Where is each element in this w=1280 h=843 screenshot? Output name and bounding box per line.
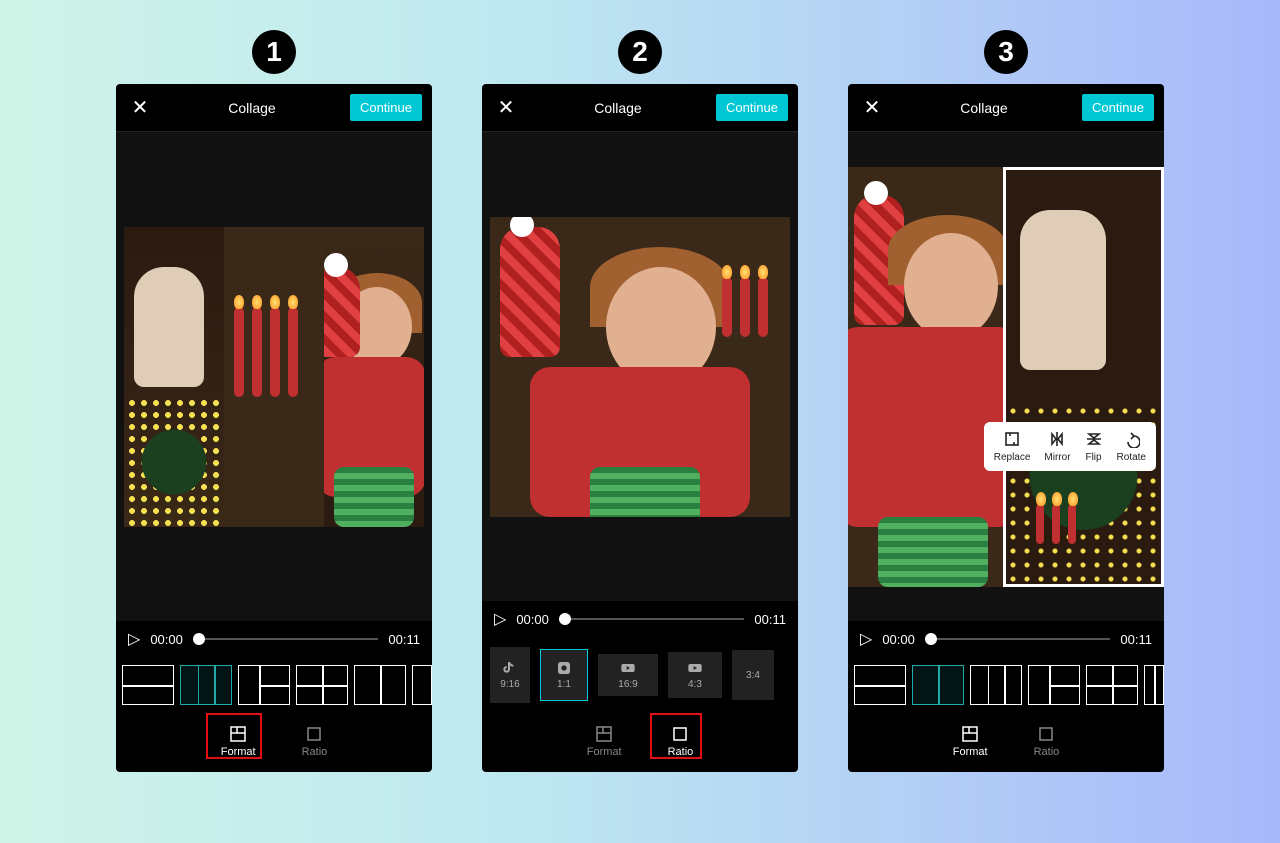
layout-option[interactable] — [412, 665, 432, 705]
instagram-icon — [556, 660, 572, 676]
collage-canvas[interactable] — [116, 132, 432, 621]
layout-option[interactable] — [1086, 665, 1138, 705]
time-total: 00:11 — [388, 632, 420, 647]
close-icon[interactable]: ✕ — [126, 95, 154, 120]
play-icon[interactable]: ▷ — [128, 629, 140, 649]
collage-pane-1[interactable] — [124, 227, 224, 527]
collage-pane[interactable] — [490, 217, 790, 517]
ratio-option-4-3[interactable]: 4:3 — [668, 652, 722, 698]
collage-pane-3[interactable] — [324, 227, 424, 527]
highlight-box — [206, 713, 262, 759]
replace-icon — [1003, 430, 1021, 448]
step-badge: 1 — [252, 30, 296, 74]
ratio-option-1-1[interactable]: 1:1 — [540, 649, 588, 701]
scrub-bar[interactable] — [559, 618, 745, 620]
tab-format[interactable]: Format — [945, 721, 996, 762]
youtube-icon — [620, 660, 636, 676]
layout-option[interactable] — [854, 665, 906, 705]
layout-option[interactable] — [970, 665, 1022, 705]
layout-picker — [116, 657, 432, 713]
bottom-tabs: Format Ratio — [116, 713, 432, 772]
tab-ratio[interactable]: Ratio — [1026, 721, 1068, 762]
scrubber: ▷ 00:00 00:11 — [116, 621, 432, 657]
layout-option[interactable] — [1144, 665, 1164, 705]
scrubber: ▷ 00:00 00:11 — [848, 621, 1164, 657]
topbar: ✕ Collage Continue — [482, 84, 798, 132]
pane-edit-popup: Replace Mirror Flip Rotate — [984, 422, 1156, 471]
layout-option[interactable] — [180, 665, 232, 705]
youtube-icon — [687, 660, 703, 676]
ratio-option-3-4[interactable]: 3:4 — [732, 650, 774, 700]
flip-icon — [1085, 430, 1103, 448]
collage-pane-left[interactable] — [848, 167, 1003, 587]
step-badge: 2 — [618, 30, 662, 74]
layout-option[interactable] — [912, 665, 964, 705]
phone-2: ✕ Collage Continue ▷ 00:00 00:11 9:16 1:… — [482, 84, 798, 772]
ratio-picker: 9:16 1:1 16:9 4:3 3:4 — [482, 637, 798, 713]
layout-option[interactable] — [238, 665, 290, 705]
mirror-button[interactable]: Mirror — [1038, 428, 1076, 465]
format-icon — [595, 725, 613, 743]
close-icon[interactable]: ✕ — [492, 95, 520, 120]
layout-picker — [848, 657, 1164, 713]
tiktok-icon — [502, 660, 518, 676]
layout-option[interactable] — [354, 665, 406, 705]
bottom-tabs: Format Ratio — [848, 713, 1164, 772]
topbar: ✕ Collage Continue — [116, 84, 432, 132]
play-icon[interactable]: ▷ — [494, 609, 506, 629]
step-badge: 3 — [984, 30, 1028, 74]
tab-format[interactable]: Format — [579, 721, 630, 762]
page-title: Collage — [228, 100, 275, 116]
mirror-icon — [1048, 430, 1066, 448]
replace-button[interactable]: Replace — [988, 428, 1037, 465]
close-icon[interactable]: ✕ — [858, 95, 886, 120]
layout-option[interactable] — [1028, 665, 1080, 705]
ratio-icon — [1037, 725, 1055, 743]
time-current: 00:00 — [882, 632, 915, 647]
ratio-icon — [305, 725, 323, 743]
time-total: 00:11 — [1120, 632, 1152, 647]
time-current: 00:00 — [516, 612, 549, 627]
tab-ratio[interactable]: Ratio — [294, 721, 336, 762]
time-total: 00:11 — [754, 612, 786, 627]
scrub-bar[interactable] — [193, 638, 379, 640]
continue-button[interactable]: Continue — [716, 94, 788, 121]
layout-option[interactable] — [296, 665, 348, 705]
rotate-icon — [1122, 430, 1140, 448]
collage-canvas[interactable]: Replace Mirror Flip Rotate — [848, 132, 1164, 621]
page-title: Collage — [960, 100, 1007, 116]
phone-1: ✕ Collage Continue ▷ 00:00 00:11 Format … — [116, 84, 432, 772]
layout-option[interactable] — [122, 665, 174, 705]
topbar: ✕ Collage Continue — [848, 84, 1164, 132]
collage-pane-2[interactable] — [224, 227, 324, 527]
highlight-box — [650, 713, 702, 759]
scrubber: ▷ 00:00 00:11 — [482, 601, 798, 637]
page-title: Collage — [594, 100, 641, 116]
bottom-tabs: Format Ratio — [482, 713, 798, 772]
scrub-bar[interactable] — [925, 638, 1111, 640]
ratio-option-9-16[interactable]: 9:16 — [490, 647, 530, 703]
format-icon — [961, 725, 979, 743]
time-current: 00:00 — [150, 632, 183, 647]
play-icon[interactable]: ▷ — [860, 629, 872, 649]
rotate-button[interactable]: Rotate — [1111, 428, 1152, 465]
collage-canvas[interactable] — [482, 132, 798, 601]
collage-pane-right-selected[interactable] — [1003, 167, 1164, 587]
phone-3: ✕ Collage Continue Replace Mirror Flip R… — [848, 84, 1164, 772]
ratio-option-16-9[interactable]: 16:9 — [598, 654, 658, 696]
flip-button[interactable]: Flip — [1079, 428, 1109, 465]
continue-button[interactable]: Continue — [1082, 94, 1154, 121]
continue-button[interactable]: Continue — [350, 94, 422, 121]
